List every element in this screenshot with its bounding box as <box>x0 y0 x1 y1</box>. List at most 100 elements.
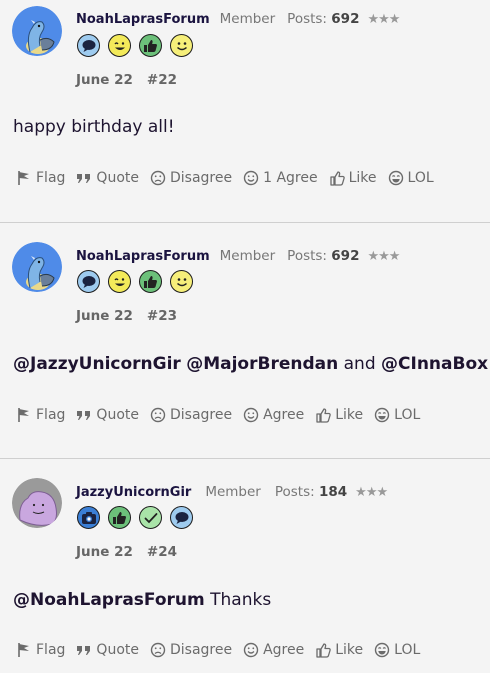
disagree-button[interactable]: Disagree <box>150 170 232 186</box>
post-count-label: Posts: <box>287 248 327 264</box>
smile-icon <box>243 170 259 186</box>
like-button[interactable]: Like <box>329 170 377 186</box>
thumbs-up-badge[interactable] <box>139 270 162 293</box>
lol-button[interactable]: LOL <box>374 407 420 423</box>
quote-button[interactable]: Quote <box>76 170 139 186</box>
agree-button[interactable]: Agree <box>243 407 304 423</box>
agree-button[interactable]: Agree <box>243 642 304 658</box>
quote-label: Quote <box>96 407 139 423</box>
username-link[interactable]: NoahLaprasForum <box>76 12 210 27</box>
thumbs-up-badge[interactable] <box>139 34 162 57</box>
post-count: Posts: 692 <box>287 11 359 27</box>
like-label: Like <box>335 407 364 423</box>
mention-link[interactable]: @CInnaBox <box>381 354 488 374</box>
mention-link[interactable]: @JazzyUnicornGir <box>13 354 181 374</box>
thumbs-up-badge[interactable] <box>108 506 131 529</box>
speech-bubble-badge[interactable] <box>170 506 193 529</box>
post-actions: Flag Quote Disagree Agree Like LOL <box>16 642 431 658</box>
frown-icon <box>150 170 166 186</box>
post-actions: Flag Quote Disagree 1 Agree Like LOL <box>16 170 445 186</box>
post-content: happy birthday all! <box>13 117 175 137</box>
post-number-link[interactable]: #23 <box>147 308 177 324</box>
laugh-icon <box>388 170 403 186</box>
wink-badge[interactable] <box>108 34 131 57</box>
user-meta: NoahLaprasForum Member Posts: 692 ★★★ <box>76 248 400 264</box>
quote-button[interactable]: Quote <box>76 407 139 423</box>
post-count-label: Posts: <box>287 11 327 27</box>
agree-button[interactable]: 1 Agree <box>243 170 318 186</box>
disagree-label: Disagree <box>169 170 233 186</box>
lol-label: LOL <box>394 642 421 658</box>
flag-button[interactable]: Flag <box>16 170 65 186</box>
post-dateline: June 22 #22 <box>76 72 177 88</box>
post-dateline: June 22 #23 <box>76 308 177 324</box>
quote-label: Quote <box>96 642 139 658</box>
disagree-button[interactable]: Disagree <box>150 407 232 423</box>
speech-bubble-badge[interactable] <box>77 270 100 293</box>
user-role: Member <box>219 11 276 27</box>
flag-icon <box>18 170 30 186</box>
quote-label: Quote <box>96 170 139 186</box>
flag-label: Flag <box>36 642 66 658</box>
like-button[interactable]: Like <box>315 642 363 658</box>
user-role: Member <box>205 484 261 500</box>
user-badges <box>77 34 193 57</box>
thumbs-up-icon <box>316 408 332 423</box>
post-count-value: 692 <box>331 248 360 264</box>
post-text: and <box>343 354 376 374</box>
rank-stars: ★★★ <box>367 249 400 264</box>
rank-stars: ★★★ <box>367 12 400 27</box>
ditto-avatar[interactable] <box>12 478 62 528</box>
smile-badge[interactable] <box>170 34 193 57</box>
user-role: Member <box>219 248 276 264</box>
mention-link[interactable]: @NoahLaprasForum <box>13 590 205 610</box>
post-count: Posts: 692 <box>287 248 359 264</box>
user-meta: JazzyUnicornGir Member Posts: 184 ★★★ <box>76 484 388 500</box>
laugh-icon <box>374 642 390 658</box>
camera-badge[interactable] <box>77 506 100 529</box>
agree-label: 1 Agree <box>263 170 318 186</box>
wink-badge[interactable] <box>108 270 131 293</box>
post: NoahLaprasForum Member Posts: 692 ★★★ June … <box>0 222 490 458</box>
like-button[interactable]: Like <box>315 407 363 423</box>
thumbs-up-icon <box>329 171 345 186</box>
username-link[interactable]: NoahLaprasForum <box>76 249 210 264</box>
laugh-icon <box>374 407 390 423</box>
post-number-link[interactable]: #24 <box>147 544 177 560</box>
post-count-value: 692 <box>331 11 360 27</box>
post-number-link[interactable]: #22 <box>147 72 177 88</box>
quote-icon <box>77 646 91 655</box>
quote-icon <box>77 411 91 420</box>
quote-button[interactable]: Quote <box>76 642 139 658</box>
username-link[interactable]: JazzyUnicornGir <box>76 485 191 500</box>
smile-badge[interactable] <box>170 270 193 293</box>
agree-label: Agree <box>263 407 305 423</box>
post: NoahLaprasForum Member Posts: 692 ★★★ June … <box>0 0 490 222</box>
post-content: @NoahLaprasForum Thanks <box>13 590 271 610</box>
lol-button[interactable]: LOL <box>374 642 420 658</box>
speech-bubble-badge[interactable] <box>77 34 100 57</box>
post-content: @JazzyUnicornGir @MajorBrendan and @CInn… <box>13 354 488 374</box>
frown-icon <box>150 407 166 423</box>
flag-label: Flag <box>36 407 66 423</box>
flag-button[interactable]: Flag <box>16 642 65 658</box>
like-label: Like <box>335 642 364 658</box>
disagree-button[interactable]: Disagree <box>150 642 232 658</box>
mention-link[interactable]: @MajorBrendan <box>186 354 338 374</box>
flag-icon <box>18 642 30 658</box>
rank-stars: ★★★ <box>355 485 388 500</box>
post-dateline: June 22 #24 <box>76 544 177 560</box>
post-date[interactable]: June 22 <box>76 72 133 88</box>
post-count-value: 184 <box>318 484 348 500</box>
lol-label: LOL <box>407 170 434 186</box>
smile-icon <box>243 407 259 423</box>
post-date[interactable]: June 22 <box>76 544 133 560</box>
lapras-avatar[interactable] <box>12 242 62 292</box>
thumbs-up-icon <box>316 643 332 658</box>
post-date[interactable]: June 22 <box>76 308 133 324</box>
lapras-avatar[interactable] <box>12 6 62 56</box>
lol-button[interactable]: LOL <box>388 170 434 186</box>
checkmark-badge[interactable] <box>139 506 162 529</box>
flag-button[interactable]: Flag <box>16 407 65 423</box>
frown-icon <box>150 642 166 658</box>
